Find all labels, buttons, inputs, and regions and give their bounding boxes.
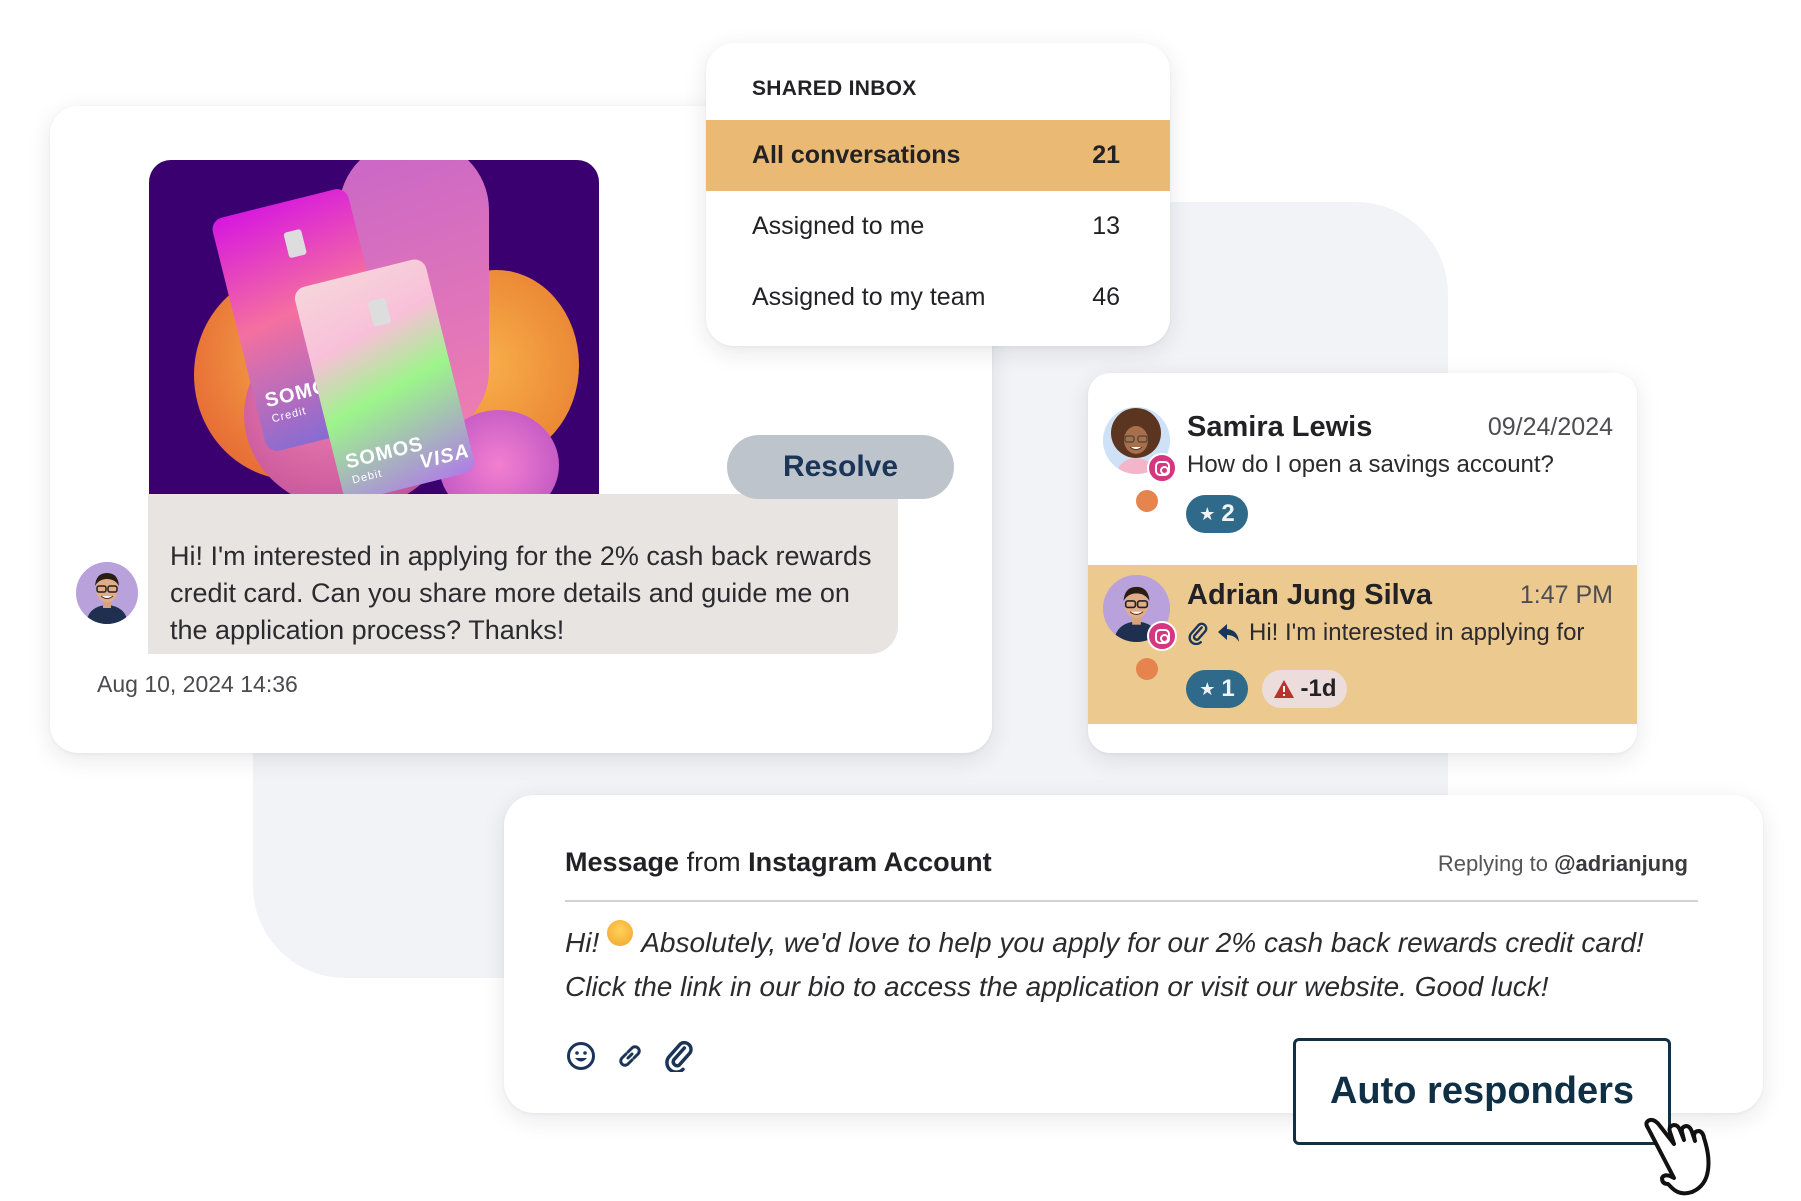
sla-label: -1d [1300,675,1337,702]
composer-toolbar [565,1040,695,1072]
inbox-item-label: Assigned to me [752,212,925,240]
inbox-item-assigned-to-my-team[interactable]: Assigned to my team 46 [706,262,1170,333]
inbox-title: SHARED INBOX [752,77,917,100]
warning-icon [1273,680,1294,698]
inbox-item-label: All conversations [752,141,961,169]
paperclip-icon [1188,622,1208,645]
star-count: 2 [1221,500,1235,527]
status-dot [1136,658,1158,680]
conversation-item[interactable]: Samira Lewis 09/24/2024 How do I open a … [1088,373,1637,565]
paperclip-icon [665,1040,693,1072]
resolve-button[interactable]: Resolve [727,435,954,499]
inbox-item-label: Assigned to my team [752,283,986,311]
divider [565,900,1698,902]
composer-text-area[interactable]: Hi! Absolutely, we'd love to help you app… [565,920,1644,1009]
preview-text: How do I open a savings account? [1187,451,1554,478]
smiling-face-emoji-icon [607,920,634,946]
instagram-icon [1147,621,1177,651]
link-button[interactable] [614,1040,646,1072]
contact-name: Adrian Jung Silva [1187,579,1432,611]
inbox-item-count: 21 [1092,141,1120,169]
instagram-icon [1147,453,1177,483]
conversation-time: 1:47 PM [1519,581,1613,609]
message-timestamp: Aug 10, 2024 14:36 [97,671,298,697]
star-count: 1 [1221,675,1235,702]
composer-header: Message from Instagram Account [565,847,992,878]
reply-icon [1218,624,1239,642]
card-network: VISA [417,439,472,474]
body-text: Absolutely, we'd love to help you apply … [641,927,1644,958]
message-text: Hi! I'm interested in applying for the 2… [170,541,872,645]
inbox-item-assigned-to-me[interactable]: Assigned to me 13 [706,191,1170,262]
shared-inbox-panel: SHARED INBOX All conversations 21 Assign… [706,43,1170,346]
reply-handle[interactable]: @adrianjung [1554,851,1688,876]
contact-name: Samira Lewis [1187,411,1373,443]
link-icon [619,1045,641,1067]
body-text: Click the link in our bio to access the … [565,971,1549,1002]
hand-pointer-cursor-icon [1644,1117,1711,1196]
person-avatar-icon [76,562,138,624]
star-icon: ★ [1199,503,1216,524]
emoji-icon [567,1042,595,1070]
emoji-button[interactable] [565,1040,597,1072]
replying-to: Replying to @adrianjung [1438,851,1688,877]
status-dot [1136,490,1158,512]
star-count-badge: ★ 1 [1186,670,1248,708]
reply-prefix: Replying to [1437,851,1555,876]
sla-warning-badge: -1d [1262,670,1347,708]
header-message: Message [565,847,680,877]
inbox-item-count: 13 [1092,212,1120,240]
conversation-item-selected[interactable]: Adrian Jung Silva 1:47 PM Hi! I'm intere… [1088,565,1637,724]
avatar [76,562,138,624]
auto-responders-button[interactable]: Auto responders [1293,1038,1671,1145]
body-text: Hi! [565,927,600,958]
conversation-list: Samira Lewis 09/24/2024 How do I open a … [1088,373,1637,753]
card-brand: SOMOS [343,432,426,474]
conversation-preview: Hi! I'm interested in applying for [1187,619,1584,647]
header-from: from [679,847,749,877]
conversation-preview: How do I open a savings account? [1187,451,1554,479]
header-account: Instagram Account [748,847,992,877]
preview-text: Hi! I'm interested in applying for [1249,619,1585,646]
incoming-message-bubble: Hi! I'm interested in applying for the 2… [148,494,898,654]
star-icon: ★ [1199,678,1216,699]
attach-button[interactable] [663,1040,695,1072]
conversation-time: 09/24/2024 [1487,413,1613,441]
star-count-badge: ★ 2 [1186,495,1248,533]
inbox-item-all-conversations[interactable]: All conversations 21 [706,120,1170,191]
promo-image: SOMOS Credit SOMOS Debit VISA [149,160,599,494]
inbox-item-count: 46 [1092,283,1120,311]
